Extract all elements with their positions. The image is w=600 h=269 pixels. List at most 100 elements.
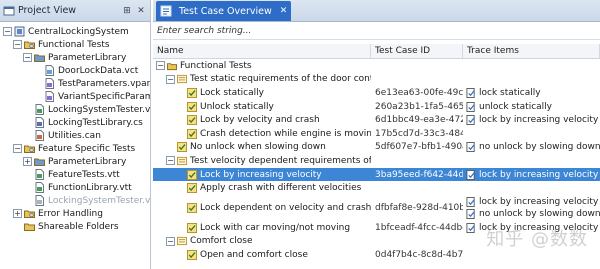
file-vct-icon xyxy=(45,65,54,76)
test-case-name: Lock with car moving/not moving xyxy=(200,222,351,233)
test-case-id-cell: 6d1bbc49-ea3e-472d-8... xyxy=(375,115,463,126)
folder-gear-icon xyxy=(24,210,35,218)
tree-item[interactable]: − Functional Tests xyxy=(0,38,150,51)
collapse-icon[interactable]: − xyxy=(156,61,165,71)
test-case-checkbox-icon[interactable] xyxy=(187,128,197,139)
project-view-titlebar: Project View ⊞ ✕ xyxy=(0,0,150,22)
tree-item[interactable]: LockingSystemTester.vtt xyxy=(0,103,150,116)
file-vtt-icon xyxy=(35,169,44,180)
table-row[interactable]: − Functional Tests xyxy=(153,59,600,73)
tree-item[interactable]: VariantSpecificParameter... xyxy=(0,90,150,103)
test-case-id-cell xyxy=(371,59,463,73)
tree-item-label: VariantSpecificParameter... xyxy=(58,91,151,102)
test-case-name: Lock dependent on velocity and crash det… xyxy=(200,202,371,213)
folder-gear-icon xyxy=(24,145,35,153)
folder-gear-icon xyxy=(24,41,35,49)
requirement-icon xyxy=(466,222,475,233)
overview-tabbar: Test Case Overview ✕ xyxy=(153,0,600,22)
table-row[interactable]: Lock dependent on velocity and crash det… xyxy=(153,195,600,221)
watermark: 知乎 @数数 xyxy=(486,229,588,250)
collapse-icon[interactable]: − xyxy=(13,40,22,49)
table-row[interactable]: Lock by increasing velocity 3ba95eed-f642… xyxy=(153,167,600,182)
tree-item[interactable]: LockingSystemTester.vsd xyxy=(0,194,150,207)
test-case-name: Crash detection while engine is moving xyxy=(200,128,371,139)
requirement-icon xyxy=(466,115,475,126)
table-row[interactable]: Crash detection while engine is moving 17… xyxy=(153,127,600,141)
tree-item-label: TestParameters.vparam xyxy=(58,78,151,89)
trace-item[interactable]: lock by increasing velocity xyxy=(466,114,598,126)
table-row[interactable]: Lock by velocity and crash 6d1bbc49-ea3e-… xyxy=(153,113,600,127)
tree-item-label: FeatureTests.vtt xyxy=(48,169,120,180)
requirement-icon xyxy=(466,196,475,207)
close-icon[interactable]: ✕ xyxy=(135,5,147,17)
tab-test-case-overview[interactable]: Test Case Overview ✕ xyxy=(156,1,292,21)
tree-item[interactable]: LockingTestLibrary.cs xyxy=(0,116,150,129)
table-row[interactable]: − Test velocity dependent requirements of… xyxy=(153,154,600,168)
tree-item[interactable]: FunctionLibrary.vtt xyxy=(0,181,150,194)
pin-icon[interactable]: ⊞ xyxy=(121,5,133,17)
table-row[interactable]: Unlock statically 260a23b1-1fa5-4655-8...… xyxy=(153,100,600,114)
column-header-name[interactable]: Name xyxy=(153,43,371,59)
trace-item-label: lock by increasing velocity xyxy=(479,196,599,207)
tree-item[interactable]: − Feature Specific Tests xyxy=(0,142,150,155)
test-case-id-cell xyxy=(371,235,463,249)
file-vtt-icon xyxy=(35,104,44,115)
table-row[interactable]: − Test static requirements of the door co… xyxy=(153,73,600,87)
folder-icon xyxy=(167,63,177,70)
trace-item[interactable]: unlock statically xyxy=(466,101,552,113)
tree-item[interactable]: FeatureTests.vtt xyxy=(0,168,150,181)
trace-item[interactable]: lock by increasing velocity xyxy=(466,169,598,181)
test-case-checkbox-icon[interactable] xyxy=(187,87,197,98)
collapse-icon[interactable]: − xyxy=(3,27,12,36)
tab-close-icon[interactable]: ✕ xyxy=(280,6,288,16)
tree-item[interactable]: TestParameters.vparam xyxy=(0,77,150,90)
test-case-id-cell: 6e13ea63-00fe-49c3-9... xyxy=(375,87,463,98)
trace-items-cell xyxy=(463,59,600,73)
requirement-icon xyxy=(466,169,475,180)
column-header-trace-items[interactable]: Trace Items xyxy=(463,43,600,59)
test-case-checkbox-icon[interactable] xyxy=(187,169,197,180)
file-param-icon xyxy=(45,91,54,102)
name-cell: Crash detection while engine is moving xyxy=(153,127,371,141)
tree-item[interactable]: + ParameterLibrary xyxy=(0,155,150,168)
tree-item[interactable]: + Error Handling xyxy=(0,207,150,220)
test-case-checkbox-icon[interactable] xyxy=(187,202,197,213)
test-case-name: Comfort close xyxy=(190,236,253,247)
requirement-icon xyxy=(466,208,475,219)
test-case-checkbox-icon[interactable] xyxy=(187,101,197,112)
test-case-id-cell: 5df607e7-bfb1-490a-81... xyxy=(375,142,463,153)
tree-item-label: Shareable Folders xyxy=(38,221,119,232)
table-row[interactable]: No unlock when slowing down 5df607e7-bfb1… xyxy=(153,141,600,155)
collapse-icon[interactable]: − xyxy=(23,53,32,62)
column-header-test-case-id[interactable]: Test Case ID xyxy=(371,43,463,59)
tree-item[interactable]: − CentralLockingSystem xyxy=(0,25,150,38)
test-case-id-cell xyxy=(371,73,463,87)
test-case-checkbox-icon[interactable] xyxy=(177,142,187,153)
file-param-icon xyxy=(45,78,54,89)
table-row[interactable]: Apply crash with different velocities xyxy=(153,181,600,195)
tree-item[interactable]: DoorLockData.vct xyxy=(0,64,150,77)
tree-item[interactable]: Shareable Folders xyxy=(0,220,150,233)
trace-item[interactable]: no unlock by slowing down xyxy=(466,208,600,220)
test-case-checkbox-icon[interactable] xyxy=(187,222,197,233)
test-case-checkbox-icon[interactable] xyxy=(187,115,197,126)
expand-icon[interactable]: + xyxy=(13,209,22,218)
trace-item[interactable]: lock by increasing velocity xyxy=(466,196,598,208)
tree-item[interactable]: − ParameterLibrary xyxy=(0,51,150,64)
folder-blue-icon xyxy=(34,54,45,62)
search-input[interactable] xyxy=(157,25,600,36)
name-cell: Lock statically xyxy=(153,86,371,100)
trace-items-cell xyxy=(463,181,600,195)
collapse-icon[interactable]: − xyxy=(13,144,22,153)
table-row[interactable]: Lock statically 6e13ea63-00fe-49c3-9... lo… xyxy=(153,86,600,100)
trace-item[interactable]: no unlock by slowing down xyxy=(466,141,600,153)
tree-item[interactable]: Utilities.can xyxy=(0,129,150,142)
collapse-icon[interactable]: − xyxy=(166,156,175,166)
expand-icon[interactable]: + xyxy=(23,157,32,166)
name-cell: − Functional Tests xyxy=(153,59,371,73)
test-case-checkbox-icon[interactable] xyxy=(187,249,197,260)
collapse-icon[interactable]: − xyxy=(166,236,175,246)
trace-item[interactable]: lock statically xyxy=(466,87,541,99)
test-case-checkbox-icon[interactable] xyxy=(187,183,197,194)
collapse-icon[interactable]: − xyxy=(166,74,175,84)
